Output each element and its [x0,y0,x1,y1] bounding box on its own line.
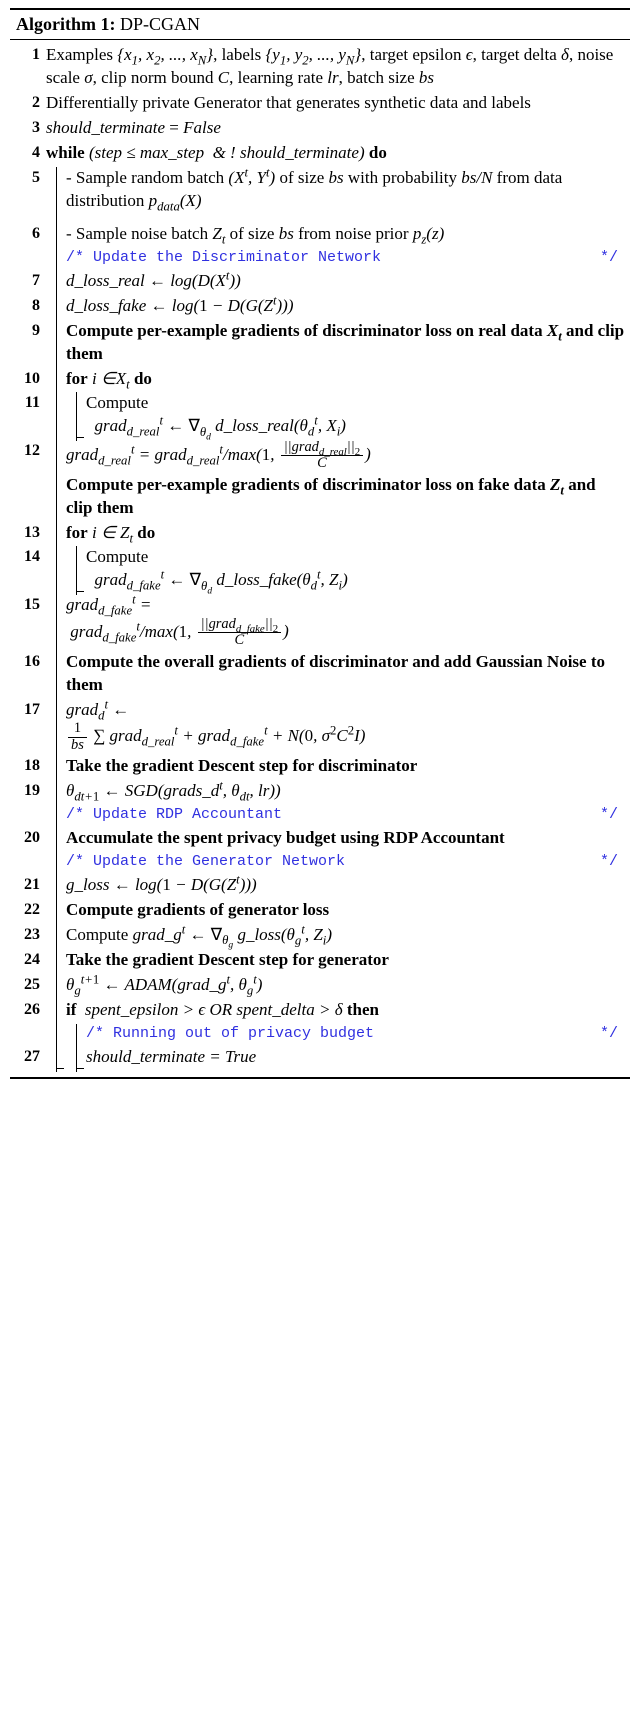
comment-text: /* Update RDP Accountant [66,805,282,825]
kw-for: for [66,369,88,388]
lineno: 4 [14,142,46,164]
algo-label: Algorithm 1: [16,14,115,34]
algo-name: DP-CGAN [120,14,200,34]
line-grad-g-header: Compute gradients of generator loss [46,899,626,922]
comment-end: */ [600,248,618,268]
line-compute-fake: Compute gradd_faket ← ∇θd d_loss_fake(θd… [46,546,626,592]
lineno: 14 [14,546,46,568]
line-dloss-real: d_loss_real ← log(D(Xt)) [46,270,626,293]
line-gloss: g_loss ← log(1 − D(G(Zt))) [46,874,626,897]
line-input: Examples {x1, x2, ..., xN}, labels {y1, … [46,44,626,90]
kw-do: do [137,523,155,542]
line-clip-fake: gradd_faket = gradd_faket/max(1, ||gradd… [46,594,626,648]
lineno: 5 [14,167,46,189]
comment-budget: /* Running out of privacy budget */ [46,1024,626,1044]
line-sgd: θdt+1 ← SGD(grads_dt, θdt, lr)) [46,780,626,803]
lineno: 8 [14,295,46,317]
kw-do: do [134,369,152,388]
kw-if: if [66,1000,76,1019]
line-output: Differentially private Generator that ge… [46,92,626,115]
comment-text: /* Update the Discriminator Network [66,248,381,268]
comment-end: */ [600,1024,618,1044]
line-grad-d: graddt ← 1bs ∑ gradd_realt + gradd_faket… [46,699,626,753]
line-while: while (step ≤ max_step & ! should_termin… [46,142,626,165]
lineno: 6 [14,223,46,245]
lineno: 1 [14,44,46,66]
lineno: 9 [14,320,46,342]
lineno: 3 [14,117,46,139]
algorithm-box: Algorithm 1: DP-CGAN 1 Examples {x1, x2,… [10,8,630,1079]
line-compute-grad-real: Compute per-example gradients of discrim… [46,320,626,366]
algorithm-body: 1 Examples {x1, x2, ..., xN}, labels {y1… [10,40,630,1077]
lineno: 2 [14,92,46,114]
comment-end: */ [600,852,618,872]
lineno: 7 [14,270,46,292]
line-for-real: for i ∈Xt do [46,368,626,391]
lineno: 23 [14,924,46,946]
line-overall-grad: Compute the overall gradients of discrim… [46,651,626,697]
lineno: 26 [14,999,46,1021]
line-adam: θgt+1 ← ADAM(grad_gt, θgt) [46,974,626,997]
comment-disc: /* Update the Discriminator Network */ [46,248,626,268]
lineno: 11 [14,392,46,414]
line-clip-real: gradd_realt = gradd_realt/max(1, ||gradd… [46,440,626,471]
algorithm-title: Algorithm 1: DP-CGAN [10,10,630,40]
line-accumulate: Accumulate the spent privacy budget usin… [46,827,626,850]
kw-then: then [347,1000,379,1019]
lineno: 20 [14,827,46,849]
lineno: 25 [14,974,46,996]
line-grad-g: Compute grad_gt ← ∇θg g_loss(θgt, Zi) [46,924,626,947]
comment-gen: /* Update the Generator Network */ [46,852,626,872]
line-terminate: should_terminate = True [46,1046,626,1069]
line-init: should_terminate = False [46,117,626,140]
comment-end: */ [600,805,618,825]
lineno: 12 [14,440,46,462]
lineno: 21 [14,874,46,896]
lineno: 22 [14,899,46,921]
line-adam-header: Take the gradient Descent step for gener… [46,949,626,972]
line-sgd-header: Take the gradient Descent step for discr… [46,755,626,778]
comment-rdp: /* Update RDP Accountant */ [46,805,626,825]
line-dloss-fake: d_loss_fake ← log(1 − D(G(Zt))) [46,295,626,318]
comment-text: /* Update the Generator Network [66,852,345,872]
kw-for: for [66,523,88,542]
lineno: 16 [14,651,46,673]
comment-text: /* Running out of privacy budget [86,1024,374,1044]
line-if: if spent_epsilon > ϵ OR spent_delta > δ … [46,999,626,1022]
line-sample-batch: - Sample random batch (Xt, Yt) of size b… [46,167,626,213]
lineno: 10 [14,368,46,390]
line-for-fake: for i ∈ Zt do [46,522,626,545]
line-compute-real: Compute gradd_realt ← ∇θd d_loss_real(θd… [46,392,626,438]
kw-while: while [46,143,85,162]
lineno: 17 [14,699,46,721]
lineno: 27 [14,1046,46,1068]
lineno: 18 [14,755,46,777]
lineno: 24 [14,949,46,971]
kw-do: do [369,143,387,162]
line-sample-noise: - Sample noise batch Zt of size bs from … [46,223,626,246]
lineno: 19 [14,780,46,802]
line-compute-grad-fake-header: Compute per-example gradients of discrim… [46,474,626,520]
lineno: 13 [14,522,46,544]
lineno: 15 [14,594,46,616]
